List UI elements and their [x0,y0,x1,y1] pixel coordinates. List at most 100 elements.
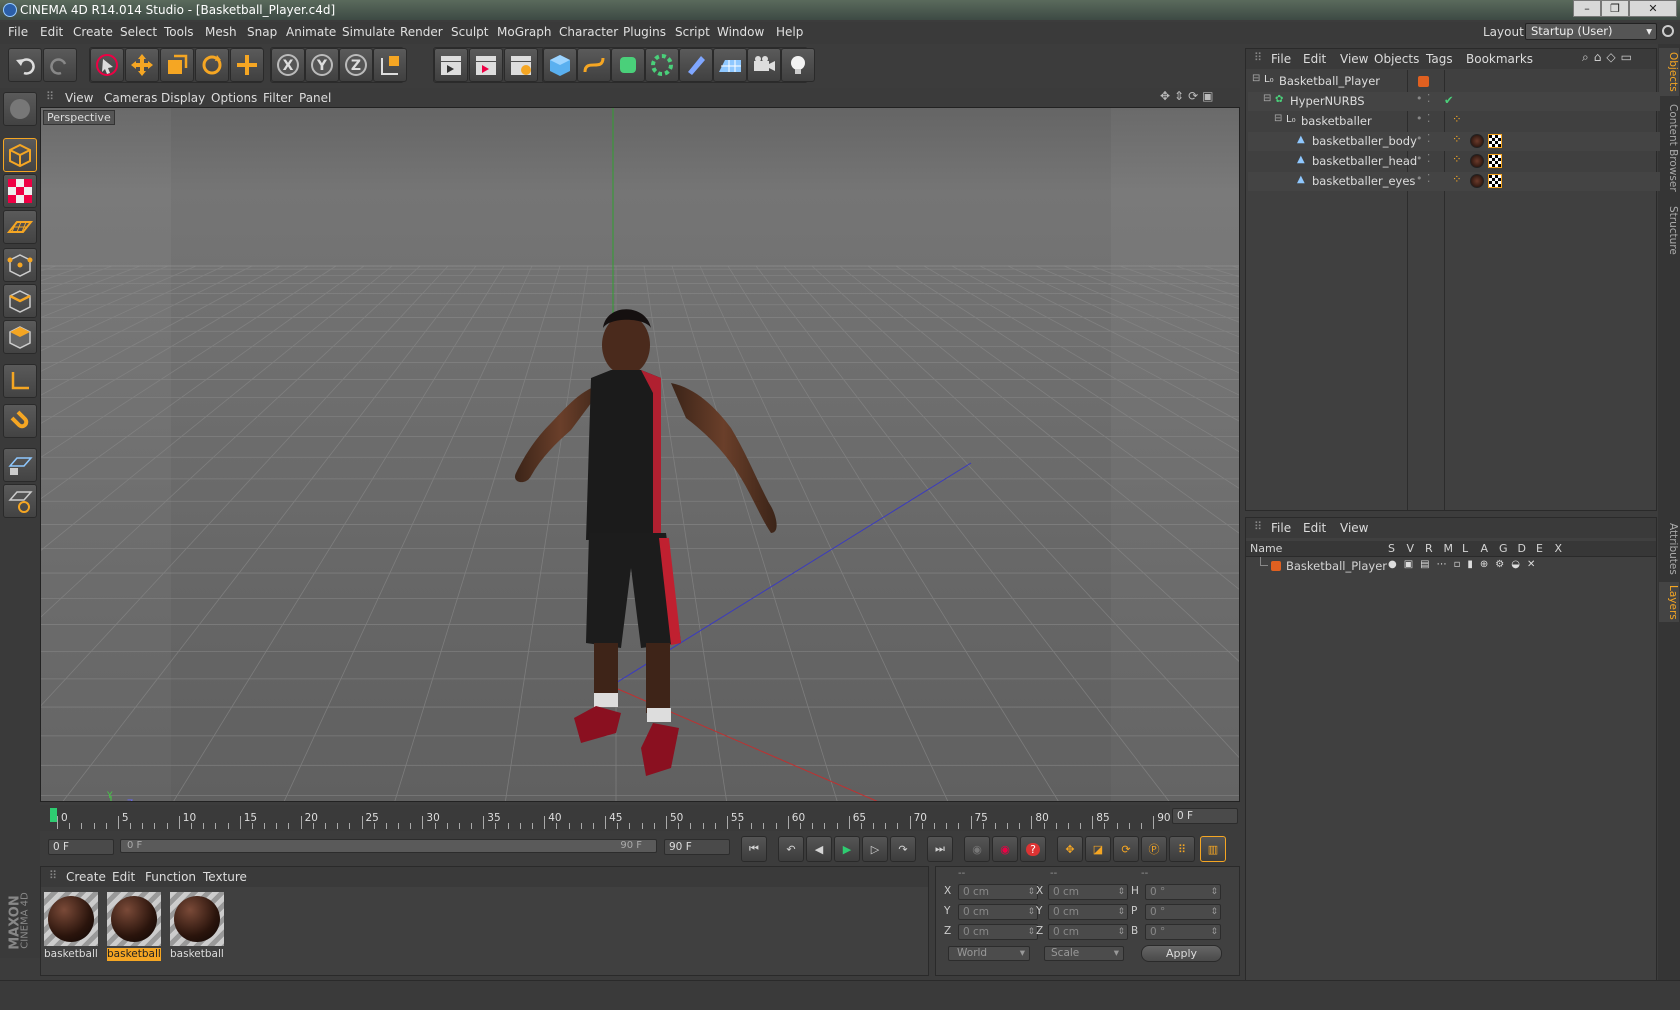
objects-menu-bookmarks[interactable]: Bookmarks [1466,52,1533,66]
edges-mode-button[interactable] [3,284,37,318]
current-frame-field[interactable]: 0 F [1172,808,1238,824]
spinner-icon[interactable]: ⇕ [1027,905,1035,919]
object-row[interactable]: ⊟ L₀ basketballer • ⁚ ⁘ [1248,112,1660,131]
tab-content-browser[interactable]: Content Browser [1659,100,1679,196]
mode-select[interactable]: Scale ▾ [1044,946,1124,961]
add-nurbs-button[interactable] [611,48,645,82]
menu-plugins[interactable]: Plugins [623,25,666,39]
object-row[interactable]: ▲ basketballer_body • ⁚ ⁘ [1248,132,1660,151]
add-array-button[interactable] [645,48,679,82]
material-item[interactable]: basketballer [105,890,163,962]
menu-edit[interactable]: Edit [40,25,63,39]
playhead[interactable] [50,808,57,822]
menu-render[interactable]: Render [400,25,443,39]
menu-select[interactable]: Select [120,25,157,39]
transform-tool[interactable] [230,48,264,82]
key-position-button[interactable]: ✥ [1057,836,1083,862]
z-axis-lock-button[interactable]: Z [339,48,373,82]
objects-menu-view[interactable]: View [1340,52,1368,66]
start-frame-field[interactable]: 0 F [48,839,114,855]
auto-key-button[interactable]: ◉ [992,836,1018,862]
points-mode-button[interactable] [3,248,37,282]
tab-objects[interactable]: Objects [1659,48,1679,96]
workplane-mode-button[interactable] [3,210,37,244]
tab-layers[interactable]: Layers [1659,582,1679,622]
menu-tools[interactable]: Tools [164,25,194,39]
layer-row[interactable]: Basketball_Player ●▣▤⋯▫▮⊕⚙◒✕ [1246,557,1656,574]
objects-tool-icons[interactable]: ⌕⌂◇▭ [1582,50,1637,65]
step-back-button[interactable]: ◀ [806,836,832,862]
expand-toggle-icon[interactable]: ⊟ [1252,73,1260,84]
menu-simulate[interactable]: Simulate [342,25,395,39]
spinner-icon[interactable]: ⇕ [1027,925,1035,939]
render-view-button[interactable] [434,48,468,82]
layout-select[interactable]: Startup (User) ▾ [1525,23,1657,40]
menu-script[interactable]: Script [675,25,710,39]
polygons-mode-button[interactable] [3,320,37,354]
x-axis-lock-button[interactable]: X [271,48,305,82]
goto-end-button[interactable]: ⏭ [927,836,953,862]
objects-menu-file[interactable]: File [1271,52,1291,66]
close-button[interactable]: ✕ [1629,0,1677,17]
menu-file[interactable]: File [8,25,28,39]
coordinate-system-button[interactable] [373,48,407,82]
goto-prev-key-button[interactable]: ↶ [778,836,804,862]
spinner-icon[interactable]: ⇕ [1117,905,1125,919]
viewport-menu-view[interactable]: View [65,91,93,105]
tab-attributes[interactable]: Attributes [1659,518,1679,580]
tab-structure[interactable]: Structure [1659,200,1679,260]
goto-start-button[interactable]: ⏮ [741,836,767,862]
menu-snap[interactable]: Snap [247,25,277,39]
live-selection-tool[interactable] [90,48,124,82]
end-frame-field[interactable]: 90 F [664,839,730,855]
menu-help[interactable]: Help [776,25,803,39]
layer-col-a[interactable]: A [1481,542,1489,555]
space-select[interactable]: World ▾ [948,946,1030,961]
add-scene-button[interactable] [713,48,747,82]
layer-col-l[interactable]: L [1462,542,1468,555]
render-settings-button[interactable] [504,48,538,82]
material-tag-icon[interactable] [1470,174,1484,188]
add-light-button[interactable] [781,48,815,82]
y-axis-lock-button[interactable]: Y [305,48,339,82]
axis-mode-button[interactable] [3,364,37,398]
timeline-window-button[interactable]: ▥ [1200,836,1226,862]
spinner-icon[interactable]: ⇕ [1027,885,1035,899]
frame-range-slider[interactable]: 0 F 90 F [120,839,657,853]
make-editable-button[interactable] [3,92,37,126]
keyframe-selection-button[interactable]: ? [1020,836,1046,862]
layer-col-g[interactable]: G [1499,542,1508,555]
visibility-dots[interactable]: • ⁚ [1416,152,1430,165]
tag-icon[interactable]: ⁘ [1452,172,1462,186]
snap-button[interactable] [3,404,37,438]
spinner-icon[interactable]: ⇕ [1210,905,1218,919]
visibility-dots[interactable]: • ⁚ [1416,92,1430,105]
coord-field[interactable]: 0 cm ⇕ [958,904,1038,920]
material-menu-texture[interactable]: Texture [203,870,247,884]
spinner-icon[interactable]: ⇕ [1117,885,1125,899]
material-tag-icon[interactable] [1470,134,1484,148]
scale-tool[interactable] [160,48,194,82]
planar-workplane-button[interactable] [3,484,37,518]
coord-field[interactable]: 0 cm ⇕ [958,884,1038,900]
objects-menu-objects[interactable]: Objects [1374,52,1419,66]
layer-col-e[interactable]: E [1536,542,1543,555]
tag-icon[interactable]: ⁘ [1452,152,1462,166]
add-deformer-button[interactable] [679,48,713,82]
visibility-dots[interactable]: • ⁚ [1416,172,1430,185]
layer-col-x[interactable]: X [1555,542,1563,555]
menu-animate[interactable]: Animate [286,25,336,39]
minimize-button[interactable]: – [1573,0,1601,17]
material-item[interactable]: basketballer [168,890,226,962]
menu-mesh[interactable]: Mesh [205,25,237,39]
tag-icon[interactable]: ⁘ [1452,132,1462,146]
add-spline-button[interactable] [577,48,611,82]
coord-field[interactable]: 0 cm ⇕ [1048,924,1128,940]
layer-col-v[interactable]: V [1407,542,1415,555]
add-camera-button[interactable] [747,48,781,82]
menu-window[interactable]: Window [717,25,764,39]
coord-field[interactable]: 0 ° ⇕ [1145,904,1221,920]
enabled-check-icon[interactable]: ✔ [1444,93,1454,107]
menu-mograph[interactable]: MoGraph [497,25,552,39]
coord-field[interactable]: 0 cm ⇕ [1048,884,1128,900]
